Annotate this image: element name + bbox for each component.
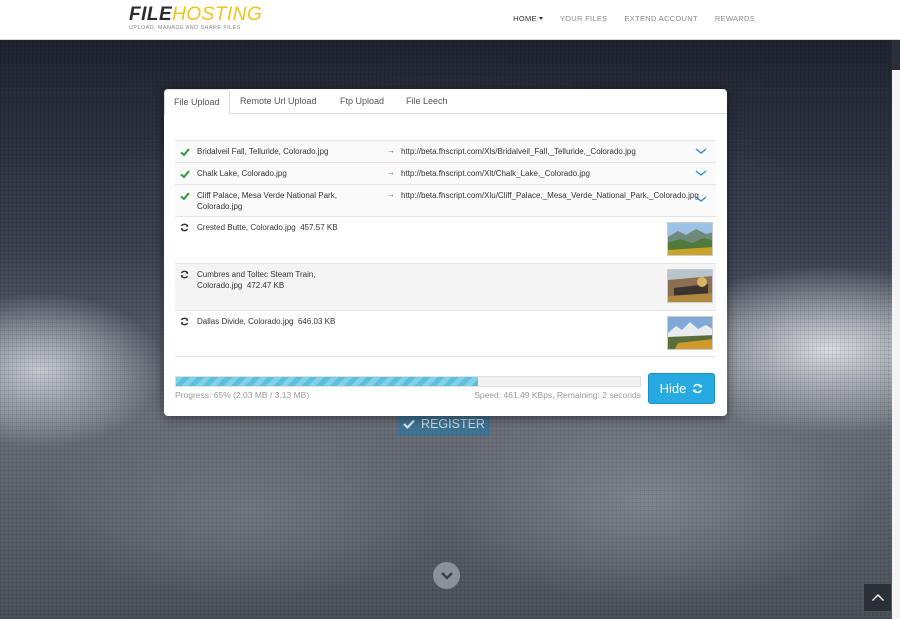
top-navbar: FILEHOSTING UPLOAD, MANAGE AND SHARE FIL… [0, 0, 900, 40]
file-name-text: Crested Butte, Colorado.jpg [197, 223, 296, 232]
chevron-down-icon[interactable] [695, 169, 707, 177]
nav-rewards[interactable]: REWARDS [715, 14, 755, 23]
file-thumbnail [667, 269, 713, 303]
arrow-right-icon: → [387, 168, 395, 177]
logo-text: FILEHOSTING [129, 5, 262, 25]
nav-extend-account[interactable]: EXTEND ACCOUNT [624, 14, 697, 23]
file-thumbnail [667, 316, 713, 350]
file-name-text: Dallas Divide, Colorado.jpg [197, 317, 294, 326]
file-size: 646.03 KB [297, 317, 336, 326]
tab-file-upload[interactable]: File Upload [164, 89, 230, 115]
file-size: 457.57 KB [300, 223, 338, 232]
file-thumbnail [667, 222, 713, 256]
refresh-icon [180, 223, 189, 232]
upload-row-complete: Chalk Lake, Colorado.jpg → http://beta.f… [175, 162, 716, 184]
checkmark-icon [180, 192, 190, 201]
tab-remote-url-upload[interactable]: Remote Url Upload [231, 89, 326, 114]
page-scrollbar[interactable] [892, 70, 900, 619]
chevron-down-icon [440, 571, 453, 580]
caret-down-icon [538, 17, 543, 20]
upload-tabs: File Upload Remote Url Upload Ftp Upload… [164, 89, 727, 115]
upload-file-list: Bridalveil Fall, Telluride, Colorado.jpg… [175, 140, 716, 357]
arrow-right-icon: → [387, 190, 395, 199]
upload-dialog: File Upload Remote Url Upload Ftp Upload… [164, 89, 727, 416]
file-name: Cliff Palace, Mesa Verde National Park, … [197, 191, 337, 211]
file-name: Cumbres and Toltec Steam Train, Colorado… [197, 269, 362, 291]
thumbnail-image [668, 317, 712, 349]
scroll-down-button[interactable] [433, 562, 460, 589]
upload-row-pending: Crested Butte, Colorado.jpg 457.57 KB [175, 216, 716, 263]
upload-progress-fill [176, 377, 478, 386]
upload-row-pending: Cumbres and Toltec Steam Train, Colorado… [175, 263, 716, 310]
file-name: Crested Butte, Colorado.jpg 457.57 KB [197, 222, 362, 233]
upload-row-complete: Cliff Palace, Mesa Verde National Park, … [175, 184, 716, 216]
logo-hosting-text: HOSTING [172, 4, 263, 25]
chevron-down-icon[interactable] [695, 195, 707, 203]
upload-progress-bar [175, 376, 641, 387]
main-nav: HOME YOUR FILES EXTEND ACCOUNT REWARDS [496, 14, 755, 23]
progress-label: Progress: 65% (2.03 MB / 3.13 MB) [175, 390, 310, 400]
speed-label: Speed: 461.49 KBps, Remaining: 2 seconds [474, 390, 641, 400]
refresh-icon [693, 383, 703, 394]
thumbnail-image [668, 223, 712, 255]
upload-row-pending: Dallas Divide, Colorado.jpg 646.03 KB [175, 310, 716, 357]
check-icon [403, 419, 415, 429]
checkmark-icon [180, 170, 190, 179]
tab-file-leech[interactable]: File Leech [397, 89, 457, 114]
nav-your-files[interactable]: YOUR FILES [560, 14, 608, 23]
file-size: 472.47 KB [246, 281, 285, 290]
back-to-top-button[interactable] [863, 583, 892, 612]
chevron-down-icon[interactable] [695, 147, 707, 155]
arrow-right-icon: → [387, 146, 395, 155]
file-url[interactable]: http://beta.fhscript.com/Xlu/Cliff_Palac… [401, 190, 716, 201]
refresh-icon [180, 270, 189, 279]
chevron-up-icon [871, 594, 884, 601]
tab-ftp-upload[interactable]: Ftp Upload [331, 89, 393, 114]
file-name: Chalk Lake, Colorado.jpg [197, 169, 287, 178]
nav-home-label: HOME [513, 14, 537, 23]
site-logo[interactable]: FILEHOSTING UPLOAD, MANAGE AND SHARE FIL… [129, 5, 262, 32]
nav-home[interactable]: HOME [513, 14, 543, 23]
upload-row-complete: Bridalveil Fall, Telluride, Colorado.jpg… [175, 140, 716, 162]
file-url[interactable]: http://beta.fhscript.com/Xlt/Chalk_Lake,… [401, 168, 716, 179]
logo-tagline: UPLOAD, MANAGE AND SHARE FILES [129, 25, 241, 31]
file-name: Dallas Divide, Colorado.jpg 646.03 KB [197, 316, 362, 327]
hide-button-label: Hide [659, 381, 687, 396]
thumbnail-image [668, 270, 712, 302]
file-url[interactable]: http://beta.fhscript.com/Xls/Bridalveil_… [401, 146, 716, 157]
register-label: REGISTER [421, 416, 485, 431]
refresh-icon [180, 317, 189, 326]
file-name: Bridalveil Fall, Telluride, Colorado.jpg [197, 147, 329, 156]
logo-file-text: FILE [129, 4, 173, 25]
hide-button[interactable]: Hide [648, 373, 715, 404]
checkmark-icon [180, 148, 190, 157]
